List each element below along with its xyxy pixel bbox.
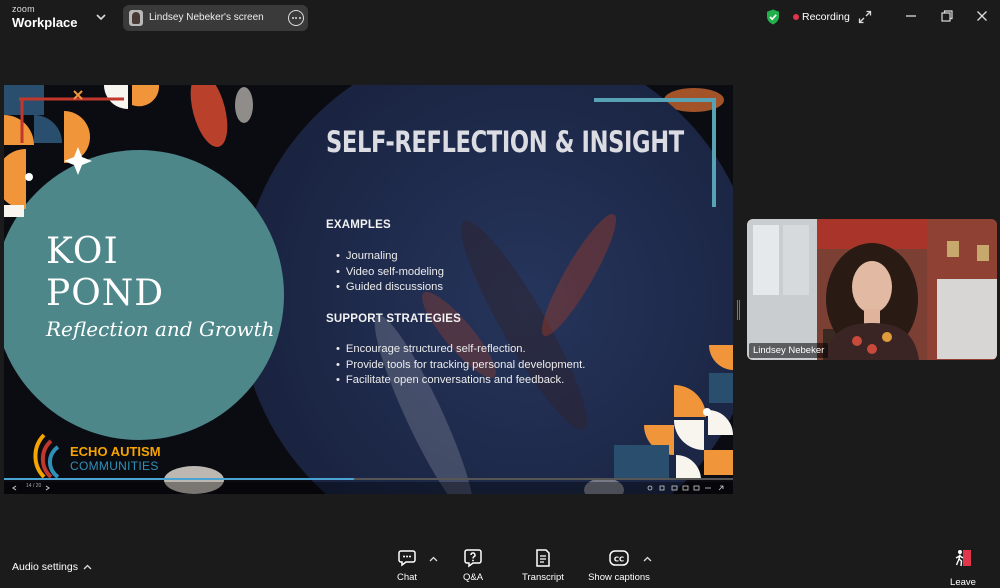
koi-pond-subtitle: Reflection and Growth <box>46 317 275 341</box>
examples-list: Journaling Video self-modeling Guided di… <box>336 249 444 296</box>
more-icon[interactable] <box>288 10 304 26</box>
top-bar: zoom Workplace Lindsey Nebeker's screen … <box>0 0 1000 36</box>
svg-text:CC: CC <box>614 556 624 564</box>
qa-button[interactable]: Q&A <box>438 548 508 583</box>
leave-button[interactable]: Leave <box>940 548 986 588</box>
presentation-controls[interactable] <box>4 478 733 494</box>
screen-share-label: Lindsey Nebeker's screen <box>149 12 264 23</box>
participant-name: Lindsey Nebeker <box>749 343 829 358</box>
transcript-button[interactable]: Transcript <box>508 548 578 583</box>
chevron-down-icon[interactable] <box>94 10 108 24</box>
transcript-label: Transcript <box>522 572 564 583</box>
captions-label: Show captions <box>588 572 650 583</box>
captions-icon: CC <box>609 550 629 566</box>
captions-button[interactable]: CC Show captions <box>584 548 654 583</box>
strategies-list: Encourage structured self-reflection. Pr… <box>336 342 585 389</box>
chevron-up-icon[interactable] <box>429 556 438 562</box>
list-item: Guided discussions <box>336 280 444 296</box>
leave-label: Leave <box>950 577 976 588</box>
leave-icon <box>955 550 971 567</box>
qa-label: Q&A <box>462 572 484 583</box>
transcript-icon <box>536 549 550 567</box>
slide-counter: 14 / 20 <box>26 483 42 489</box>
audio-settings-button[interactable]: Audio settings <box>12 561 78 573</box>
brand-top: zoom <box>12 4 35 14</box>
koi-title-line1: KOI <box>46 231 119 272</box>
shield-check-icon[interactable] <box>766 9 780 25</box>
qa-icon <box>464 549 482 568</box>
list-item: Journaling <box>336 249 444 265</box>
expand-icon[interactable] <box>858 10 872 24</box>
app-logo: zoom Workplace <box>12 4 78 30</box>
logo-line1: ECHO AUTISM <box>70 444 161 459</box>
chat-button[interactable]: Chat <box>372 548 442 583</box>
chat-icon <box>398 550 416 567</box>
list-item: Video self-modeling <box>336 265 444 281</box>
participant-video[interactable]: Lindsey Nebeker <box>747 219 997 360</box>
sharer-avatar <box>129 10 143 26</box>
panel-resize-handle[interactable] <box>737 300 740 320</box>
video-feed <box>747 219 997 360</box>
list-item: Provide tools for tracking personal deve… <box>336 358 585 374</box>
minimize-icon[interactable] <box>904 9 918 23</box>
strategies-heading: SUPPORT STRATEGIES <box>326 313 462 325</box>
koi-title-line2: POND <box>46 273 165 314</box>
list-item: Encourage structured self-reflection. <box>336 342 585 358</box>
slide-title: SELF-REFLECTION & INSIGHT <box>326 125 684 159</box>
recording-label[interactable]: Recording <box>802 11 850 23</box>
logo-line2: COMMUNITIES <box>70 459 159 473</box>
shared-slide: SELF-REFLECTION & INSIGHT EXAMPLES Journ… <box>4 85 733 494</box>
list-item: Facilitate open conversations and feedba… <box>336 373 585 389</box>
meeting-toolbar: Audio settings Chat Q&A Transcript CC Sh… <box>0 540 1000 588</box>
recording-dot <box>793 14 799 20</box>
chevron-up-icon[interactable] <box>83 564 92 570</box>
restore-icon[interactable] <box>940 9 954 23</box>
brand-bottom: Workplace <box>12 15 78 30</box>
close-icon[interactable] <box>975 9 989 23</box>
examples-heading: EXAMPLES <box>326 219 391 231</box>
koi-pond-title: KOI POND <box>46 231 164 315</box>
chevron-up-icon[interactable] <box>643 556 652 562</box>
screen-share-pill[interactable]: Lindsey Nebeker's screen <box>123 5 308 31</box>
chat-label: Chat <box>396 572 418 583</box>
